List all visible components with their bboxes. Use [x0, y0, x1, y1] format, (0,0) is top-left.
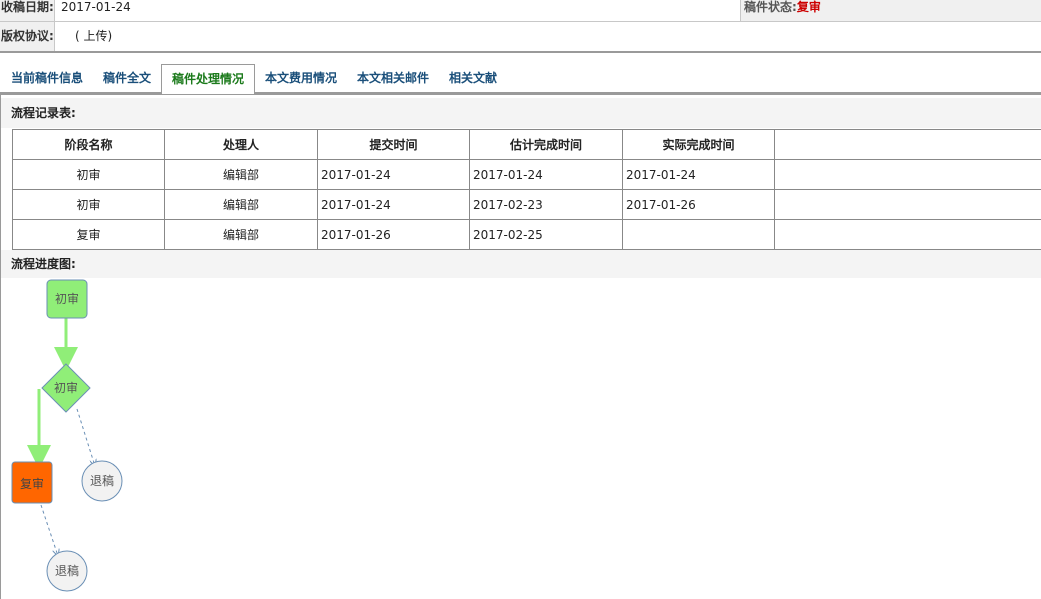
tab-fees[interactable]: 本文费用情况: [263, 64, 339, 92]
table-row: 初审 编辑部 2017-01-24 2017-01-24 2017-01-24: [12, 159, 1041, 190]
flow-node-reject-1-label: 退稿: [90, 473, 114, 488]
flow-node-reject-2-label: 退稿: [55, 563, 79, 578]
tab-current-manuscript-info[interactable]: 当前稿件信息: [9, 64, 85, 92]
header-blank: [774, 129, 1041, 160]
flow-node-reject-1: 退稿: [81, 460, 123, 502]
copyright-label: 版权协议:: [0, 22, 55, 51]
table-row: 复审 编辑部 2017-01-26 2017-02-25: [12, 219, 1041, 250]
cell-handler: 编辑部: [164, 159, 318, 190]
process-record-table: 阶段名称 处理人 提交时间 估计完成时间 实际完成时间 初审 编辑部 2017-…: [12, 129, 1041, 250]
flow-edge-review-to-reject: [40, 504, 57, 553]
flow-node-start-label: 初审: [55, 291, 79, 306]
received-date-value: 2017-01-24: [61, 0, 131, 14]
tab-related-emails[interactable]: 本文相关邮件: [355, 64, 431, 92]
tab-related-literature[interactable]: 相关文献: [447, 64, 499, 92]
flow-node-current-label: 复审: [20, 476, 44, 491]
header-estimated-time: 估计完成时间: [469, 129, 623, 160]
cell-stage: 复审: [12, 219, 165, 250]
header-stage-name: 阶段名称: [12, 129, 165, 160]
cell-actual: 2017-01-26: [622, 189, 775, 220]
cell-estimated: 2017-01-24: [469, 159, 623, 190]
cell-blank: [774, 219, 1041, 250]
flow-node-current: 复审: [11, 461, 53, 504]
tab-processing-status[interactable]: 稿件处理情况: [161, 64, 255, 94]
cell-handler: 编辑部: [164, 189, 318, 220]
cell-handler: 编辑部: [164, 219, 318, 250]
cell-estimated: 2017-02-23: [469, 189, 623, 220]
cell-blank: [774, 159, 1041, 190]
copyright-value[interactable]: ( 上传): [75, 22, 112, 51]
cell-actual: 2017-01-24: [622, 159, 775, 190]
status-label: 稿件状态:: [744, 0, 797, 14]
tab-full-text[interactable]: 稿件全文: [101, 64, 153, 92]
flow-node-decision-label: 初审: [54, 380, 78, 395]
table-row: 初审 编辑部 2017-01-24 2017-02-23 2017-01-26: [12, 189, 1041, 220]
cell-stage: 初审: [12, 159, 165, 190]
cell-estimated: 2017-02-25: [469, 219, 623, 250]
cell-stage: 初审: [12, 189, 165, 220]
flow-progress-diagram: 初审 初审 复审 退稿 退稿: [11, 279, 123, 592]
received-date-label: 收稿日期:: [0, 0, 55, 21]
cell-submit: 2017-01-24: [317, 189, 470, 220]
cell-actual: [622, 219, 775, 250]
tab-bar: 当前稿件信息 稿件全文 稿件处理情况 本文费用情况 本文相关邮件 相关文献: [0, 58, 1041, 95]
flow-edge-decision-to-reject: [76, 408, 94, 463]
table-header-row: 阶段名称 处理人 提交时间 估计完成时间 实际完成时间: [12, 129, 1041, 160]
flow-node-reject-2: 退稿: [46, 550, 88, 592]
header-actual-time: 实际完成时间: [622, 129, 775, 160]
flow-node-start: 初审: [46, 279, 88, 319]
cell-submit: 2017-01-26: [317, 219, 470, 250]
tab-content: 流程记录表: 阶段名称 处理人 提交时间 估计完成时间 实际完成时间 初审 编辑…: [0, 95, 1041, 599]
received-date-row: 收稿日期: 2017-01-24 稿件状态:复审: [0, 0, 1041, 22]
header-handler: 处理人: [164, 129, 318, 160]
progress-section-title: 流程进度图:: [1, 250, 1041, 278]
status-value: 复审: [796, 0, 821, 14]
cell-blank: [774, 189, 1041, 220]
record-section-title: 流程记录表:: [1, 98, 1041, 128]
status-cell: 稿件状态:复审: [740, 0, 1041, 21]
flow-node-decision: 初审: [41, 363, 91, 413]
cell-submit: 2017-01-24: [317, 159, 470, 190]
header-submit-time: 提交时间: [317, 129, 470, 160]
copyright-row: 版权协议: ( 上传): [0, 22, 1041, 53]
